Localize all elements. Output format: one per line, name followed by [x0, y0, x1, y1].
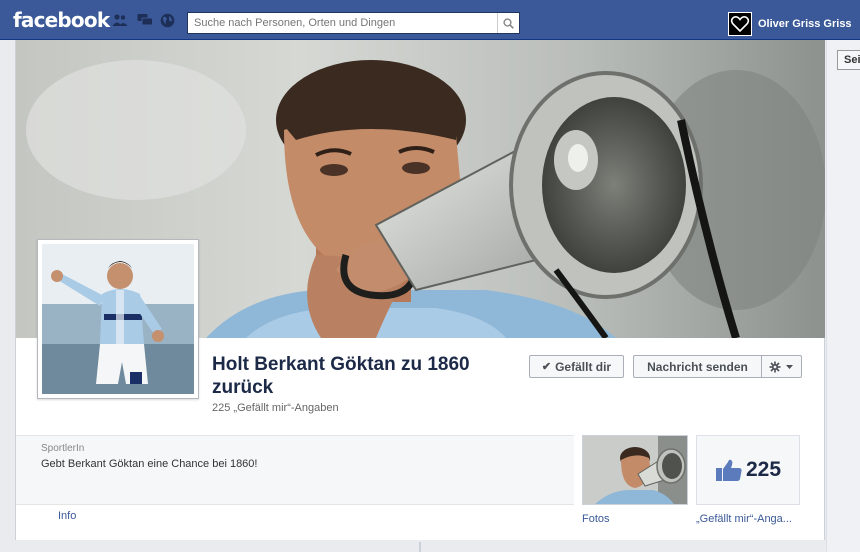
user-profile-link[interactable]: Oliver Griss Griss: [728, 12, 852, 36]
gear-icon: [769, 361, 793, 372]
send-message-label: Nachricht senden: [647, 359, 748, 374]
page-category: SportlerIn: [41, 443, 85, 454]
profile-picture[interactable]: [37, 239, 199, 399]
facebook-logo[interactable]: facebook: [13, 8, 110, 32]
photos-label[interactable]: Fotos: [582, 513, 610, 525]
photos-tile[interactable]: [582, 435, 688, 505]
thumbs-up-icon: [715, 459, 742, 481]
like-button-label: Gefällt dir: [555, 359, 612, 374]
page-timeline: Holt Berkant Göktan zu 1860 zurück 225 „…: [15, 40, 825, 552]
about-section: SportlerIn Gebt Berkant Göktan eine Chan…: [16, 435, 574, 505]
user-name: Oliver Griss Griss: [758, 18, 852, 30]
likes-tile[interactable]: 225: [696, 435, 800, 505]
messages-icon[interactable]: [137, 13, 153, 27]
friend-requests-icon[interactable]: [112, 13, 128, 27]
info-tab[interactable]: Info: [58, 510, 76, 522]
user-avatar: [728, 12, 752, 36]
like-count: 225: [745, 458, 782, 481]
likes-label[interactable]: „Gefällt mir“-Anga...: [696, 513, 806, 525]
page-title: Holt Berkant Göktan zu 1860 zurück: [212, 354, 470, 398]
send-message-button[interactable]: Nachricht senden: [633, 355, 761, 378]
pages-button[interactable]: Seit: [837, 50, 860, 70]
search-box[interactable]: [187, 12, 520, 34]
likes-subtitle: 225 „Gefällt mir“-Angaben: [212, 402, 339, 414]
magnifier-icon: [503, 17, 514, 29]
page-description: Gebt Berkant Göktan eine Chance bei 1860…: [41, 458, 258, 470]
right-sidebar: Seit: [826, 40, 860, 552]
search-input[interactable]: [188, 13, 496, 33]
timeline-divider: [419, 542, 421, 552]
page-options-button[interactable]: [761, 355, 802, 378]
globe-notifications-icon[interactable]: [160, 13, 175, 28]
search-button[interactable]: [497, 13, 519, 33]
like-button[interactable]: ✔ Gefällt dir: [529, 355, 624, 378]
top-navigation-bar: facebook Suche nach Personen, Orten und …: [0, 0, 860, 40]
checkmark-icon: ✔: [541, 361, 552, 373]
